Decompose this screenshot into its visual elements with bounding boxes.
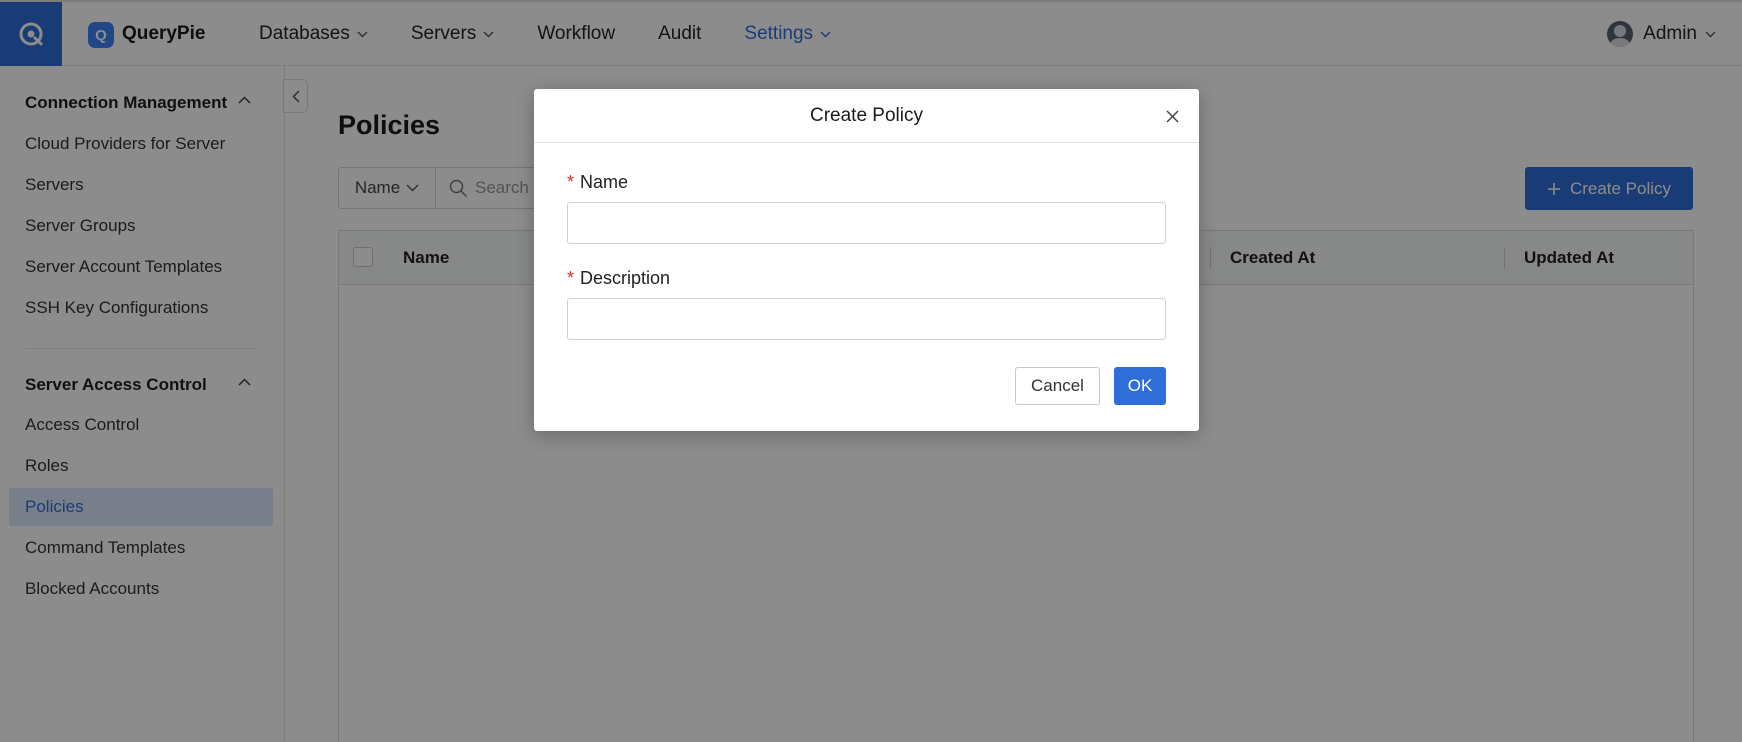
- description-field-label: * Description: [567, 268, 670, 289]
- required-marker: *: [567, 268, 575, 288]
- description-input[interactable]: [567, 298, 1166, 340]
- dialog-header: Create Policy: [534, 89, 1199, 143]
- dialog-title: Create Policy: [810, 104, 923, 126]
- close-button[interactable]: [1163, 107, 1181, 125]
- required-marker: *: [567, 172, 575, 192]
- name-label-text: Name: [580, 172, 629, 192]
- name-input[interactable]: [567, 202, 1166, 244]
- cancel-button[interactable]: Cancel: [1015, 367, 1100, 405]
- ok-button[interactable]: OK: [1114, 367, 1166, 405]
- close-icon: [1165, 109, 1179, 123]
- create-policy-dialog: Create Policy * Name * Description Cancel …: [534, 89, 1199, 431]
- name-field-label: * Name: [567, 172, 628, 193]
- description-label-text: Description: [580, 268, 671, 288]
